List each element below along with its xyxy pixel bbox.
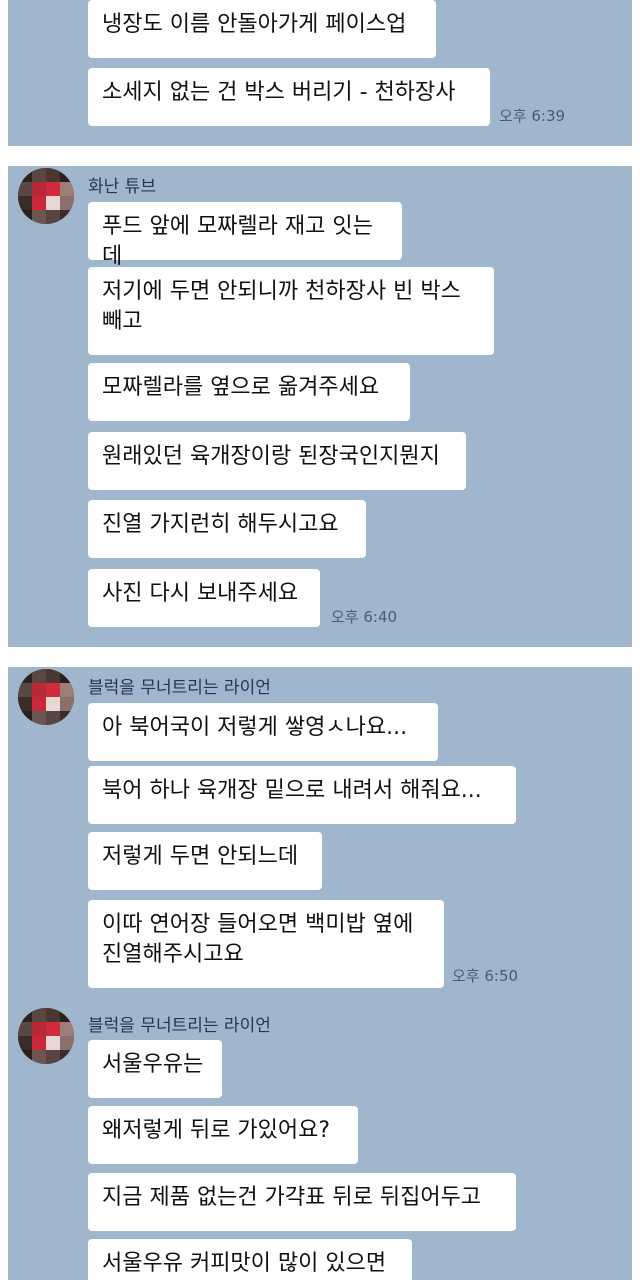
message-bubble: 냉장도 이름 안돌아가게 페이스업 <box>88 0 436 58</box>
message-timestamp: 오후 6:40 <box>331 608 398 626</box>
message-timestamp: 오후 6:50 <box>452 967 519 985</box>
message-timestamp: 오후 6:39 <box>499 107 566 125</box>
message-bubble: 사진 다시 보내주세요 <box>88 569 320 627</box>
message-bubble: 모짜렐라를 옆으로 옮겨주세요 <box>88 363 410 421</box>
chat-panel-3: 블럭을 무너트리는 라이언 아 북어국이 저렇게 쌓영ㅅ나요... 북어 하나 … <box>8 667 632 1280</box>
message-bubble: 지금 제품 없는건 가갹표 뒤로 뒤집어두고 <box>88 1173 516 1231</box>
chat-panel-2: 화난 튜브 푸드 앞에 모짜렐라 재고 잇는데 저기에 두면 안되니까 천하장사… <box>8 166 632 647</box>
sender-avatar[interactable] <box>18 669 74 725</box>
sender-avatar[interactable] <box>18 1008 74 1064</box>
message-bubble: 왜저렇게 뒤로 가있어요? <box>88 1106 358 1164</box>
sender-name: 블럭을 무너트리는 라이언 <box>88 678 271 698</box>
message-bubble: 푸드 앞에 모짜렐라 재고 잇는데 <box>88 202 402 269</box>
message-bubble: 소세지 없는 건 박스 버리기 - 천하장사 <box>88 68 490 126</box>
message-bubble: 진열 가지런히 해두시고요 <box>88 500 366 558</box>
sender-name: 화난 튜브 <box>88 177 156 197</box>
message-bubble: 서울우유는 <box>88 1040 222 1098</box>
message-bubble: 저렇게 두면 안되느데 <box>88 832 322 890</box>
chat-panel-1: 냉장도 이름 안돌아가게 페이스업 소세지 없는 건 박스 버리기 - 천하장사… <box>8 0 632 146</box>
message-bubble: 북어 하나 육개장 밑으로 내려서 해줘요... <box>88 766 516 824</box>
message-bubble: 아 북어국이 저렇게 쌓영ㅅ나요... <box>88 703 438 761</box>
message-bubble: 저기에 두면 안되니까 천하장사 빈 박스 빼고 <box>88 267 494 355</box>
sender-avatar[interactable] <box>18 168 74 224</box>
message-bubble: 이따 연어장 들어오면 백미밥 옆에 진열해주시고요 <box>88 900 444 988</box>
sender-name: 블럭을 무너트리는 라이언 <box>88 1016 271 1036</box>
message-bubble: 서울우유 커피맛이 많이 있으면 <box>88 1239 412 1280</box>
message-bubble: 원래있던 육개장이랑 된장국인지뭔지 <box>88 432 466 490</box>
